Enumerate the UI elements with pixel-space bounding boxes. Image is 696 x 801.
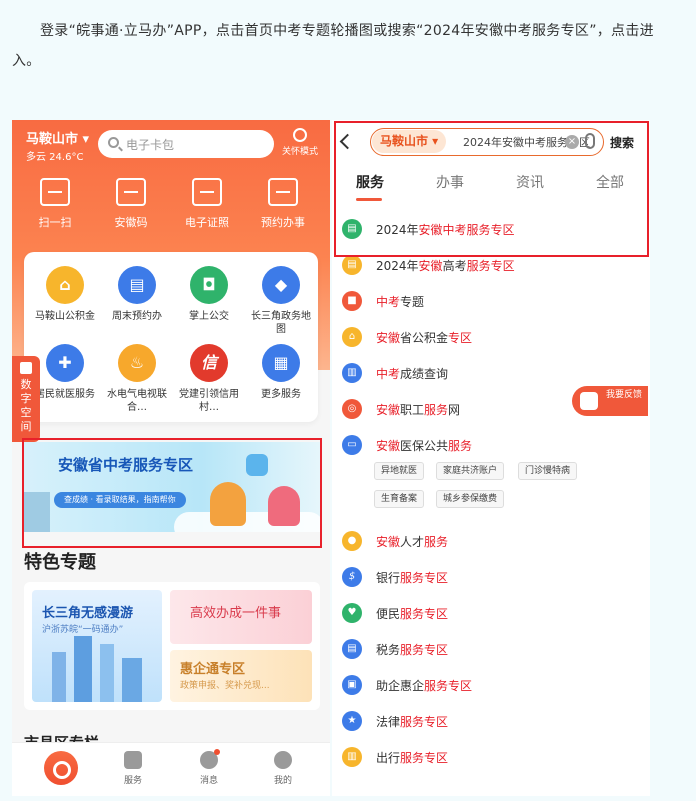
care-mode-button[interactable]: 关怀模式 <box>278 128 322 157</box>
chip-tag[interactable]: 家庭共济账户 <box>436 462 505 480</box>
map-icon: ◆ <box>262 266 300 304</box>
intro-paragraph: 登录“皖事通·立马办”APP，点击首页中考专题轮播图或搜索“2024年安徽中考服… <box>12 16 672 76</box>
card-yrd-roaming[interactable]: 长三角无感漫游 沪浙苏皖“一码通办” <box>32 590 162 702</box>
service-utilities[interactable]: ♨ 水电气电视联合… <box>104 344 170 414</box>
house-icon: ⌂ <box>342 327 362 347</box>
anhui-code-button[interactable]: 安徽码 <box>100 178 162 230</box>
appointment-button[interactable]: 预约办事 <box>252 178 314 230</box>
city-selector[interactable]: 马鞍山市 ▾ <box>26 128 89 147</box>
enterprise-icon: ▣ <box>342 675 362 695</box>
card-enterprise[interactable]: 惠企通专区 政策申报、奖补兑现... <box>170 650 312 702</box>
search-icon <box>108 137 119 148</box>
flame-icon: ♨ <box>118 344 156 382</box>
chip-tag[interactable]: 门诊慢特病 <box>518 462 578 480</box>
feedback-button[interactable]: 我要反馈 <box>572 386 648 416</box>
ticket-icon: ▤ <box>118 266 156 304</box>
document-icon <box>124 751 142 769</box>
tab-profile[interactable]: 我的 <box>258 751 308 786</box>
intro-text: 登录“皖事通·立马办”APP，点击首页中考专题轮播图或搜索“2024年安徽中考服… <box>12 23 654 69</box>
home-tab-button[interactable] <box>44 751 78 785</box>
highlight-banner-frame <box>22 438 322 548</box>
digital-space-tab[interactable]: 数字空间 <box>12 356 40 442</box>
chip-tag[interactable]: 城乡参保缴费 <box>436 490 505 508</box>
user-icon <box>293 128 307 142</box>
calendar-icon <box>268 178 298 206</box>
chat-icon <box>200 749 220 769</box>
home-search-input[interactable]: 电子卡包 <box>98 130 274 158</box>
service-credit-village[interactable]: 信党建引领信用村… <box>176 344 242 414</box>
chip-tag[interactable]: 生育备案 <box>374 490 425 508</box>
tab-messages[interactable]: 消息 <box>184 749 234 786</box>
scan-icon <box>40 178 70 206</box>
cube-icon <box>20 362 32 374</box>
e-license-button[interactable]: 电子证照 <box>176 178 238 230</box>
credit-icon: 信 <box>190 344 228 382</box>
bank-icon: $ <box>342 567 362 587</box>
edit-icon <box>580 392 598 410</box>
highlight-search-frame <box>334 121 649 257</box>
service-grid: ⌂ 马鞍山公积金 ▤ 周末预约办 ◘ 掌上公交 ◆ 长三角政务地图 ✚ 居民就医服务 ♨ 水… <box>24 252 318 422</box>
service-yrd-map[interactable]: ◆ 长三角政务地图 <box>248 266 314 336</box>
feature-cards: 长三角无感漫游 沪浙苏皖“一码通办” 高效办成一件事 惠企通专区 政策申报、奖补… <box>24 582 320 710</box>
service-housing-fund[interactable]: ⌂ 马鞍山公积金 <box>32 266 98 323</box>
service-bus[interactable]: ◘ 掌上公交 <box>176 266 242 323</box>
weather-text: 多云 24.6°C <box>26 152 84 163</box>
unread-dot <box>214 749 220 755</box>
service-icon: ♥ <box>342 603 362 623</box>
service-more[interactable]: ▦ 更多服务 <box>248 344 314 401</box>
union-icon: ◎ <box>342 399 362 419</box>
service-weekend[interactable]: ▤ 周末预约办 <box>104 266 170 323</box>
id-card-icon <box>192 178 222 206</box>
grid-icon: ▦ <box>262 344 300 382</box>
score-icon: ▥ <box>342 363 362 383</box>
travel-icon: ▥ <box>342 747 362 767</box>
shield-plus-icon: ✚ <box>46 344 84 382</box>
card-one-thing[interactable]: 高效办成一件事 <box>170 590 312 644</box>
feature-section-title: 特色专题 <box>24 552 96 573</box>
bus-icon: ◘ <box>190 266 228 304</box>
person-icon: ● <box>342 531 362 551</box>
tab-services[interactable]: 服务 <box>108 751 158 786</box>
scan-button[interactable]: 扫一扫 <box>24 178 86 230</box>
qr-code-icon <box>116 178 146 206</box>
person-icon <box>274 751 292 769</box>
bottom-tabbar: 服务 消息 我的 <box>12 742 330 796</box>
chip-tag[interactable]: 异地就医 <box>374 462 425 480</box>
house-icon: ⌂ <box>46 266 84 304</box>
law-icon: ★ <box>342 711 362 731</box>
document-icon: ▤ <box>342 255 362 275</box>
search-placeholder: 电子卡包 <box>126 138 175 152</box>
tax-icon: ▤ <box>342 639 362 659</box>
card-icon: ▭ <box>342 435 362 455</box>
folder-icon: ■ <box>342 291 362 311</box>
service-medical[interactable]: ✚ 居民就医服务 <box>32 344 98 401</box>
